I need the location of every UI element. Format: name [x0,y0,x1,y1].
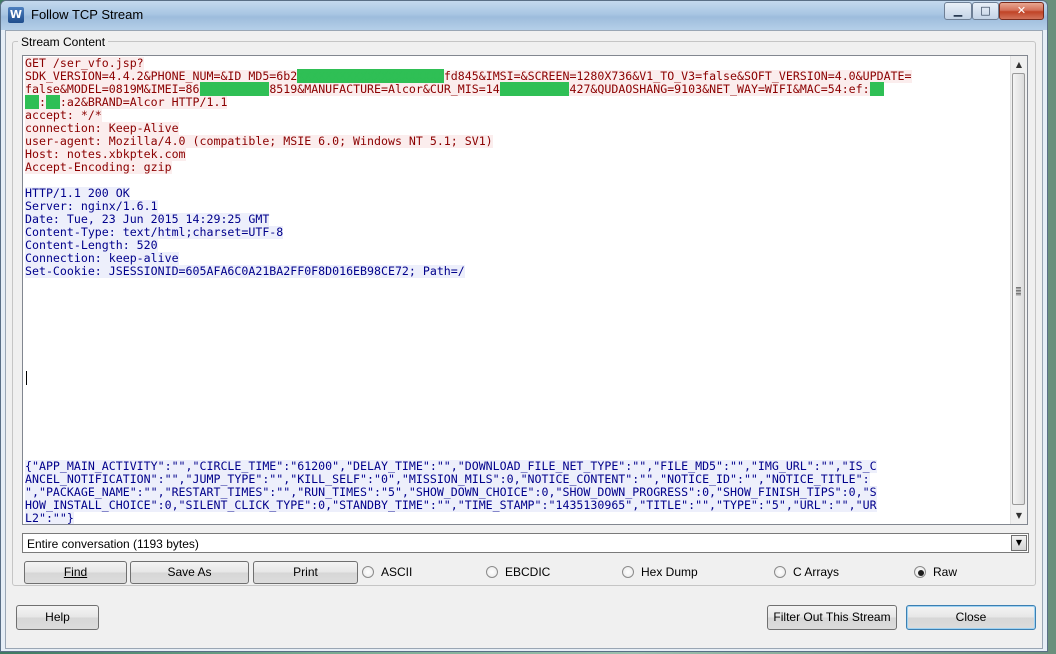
redaction-mark: XXXXXXXXXXXXXXXXXXXXX [297,69,444,83]
response-line: Set-Cookie: JSESSIONID=605AFA6C0A21BA2FF… [25,264,465,278]
stream-text-area[interactable]: GET /ser_vfo.jsp? SDK_VERSION=4.4.2&PHON… [22,55,1028,525]
radio-circle[interactable] [486,566,498,578]
close-window-button[interactable]: ✕ [999,2,1044,20]
format-radio-label: ASCII [381,565,413,579]
radio-circle[interactable] [362,566,374,578]
request-line: SDK_VERSION=4.4.2&PHONE_NUM=&ID_MD5=6b2 [25,69,298,83]
text-cursor [26,371,27,385]
chevron-down-icon[interactable]: ▼ [1011,535,1027,551]
radio-selected-dot [918,570,924,576]
radio-circle[interactable] [622,566,634,578]
redaction-mark: XX [45,95,60,109]
request-line: fd845&IMSI=&SCREEN=1280X736&V1_TO_V3=fal… [443,69,912,83]
scrollbar-thumb[interactable]: ═ ═ ═ [1012,73,1025,505]
window-title: Follow TCP Stream [31,7,144,22]
close-button[interactable]: Close [906,605,1036,630]
title-bar[interactable]: W Follow TCP Stream ▁ □ ✕ [1,1,1047,30]
help-button[interactable]: Help [16,605,99,630]
save-as-button[interactable]: Save As [130,561,249,584]
vertical-scrollbar[interactable]: ▲ ═ ═ ═ ▼ [1010,56,1027,524]
format-radio-label: C Arrays [793,565,840,579]
format-radio-label: EBCDIC [505,565,551,579]
print-button[interactable]: Print [253,561,358,584]
request-line: false&MODEL=0819M&IMEI=86 [25,82,200,96]
wireshark-app-icon: W [8,7,24,23]
format-radio-label: Hex Dump [641,565,698,579]
request-line: Accept-Encoding: gzip [25,160,172,174]
find-button[interactable]: Find [24,561,127,584]
stream-text: GET /ser_vfo.jsp? SDK_VERSION=4.4.2&PHON… [25,56,912,525]
scrollbar-grip-icon: ═ ═ ═ [1016,284,1021,299]
request-line: 8519&MANUFACTURE=Alcor&CUR_MIS=14 [269,82,500,96]
radio-circle[interactable] [914,566,926,578]
filter-out-stream-button[interactable]: Filter Out This Stream [767,605,897,630]
redaction-mark: XXXXXXXXXX [499,82,570,96]
find-button-label: Find [63,565,88,579]
redaction-mark: XX [869,82,884,96]
response-body-line: HOW_INSTALL_CHOICE":0,"SILENT_CLICK_TYPE… [25,498,877,512]
conversation-select-value: Entire conversation (1193 bytes) [27,537,199,551]
response-body-line: L2":""} [25,511,74,525]
maximize-button[interactable]: □ [972,2,999,20]
format-radio-label: Raw [933,565,958,579]
redaction-mark: XX [25,95,39,109]
stream-content-label: Stream Content [18,35,109,49]
redaction-mark: XXXXXXXXXX [199,82,270,96]
request-line: :a2&BRAND=Alcor HTTP/1.1 [59,95,228,109]
request-line: 427&QUDAOSHANG=9103&NET_WAY=WIFI&MAC=54:… [569,82,870,96]
radio-circle[interactable] [774,566,786,578]
scroll-up-arrow-icon[interactable]: ▲ [1011,56,1027,73]
conversation-select[interactable]: Entire conversation (1193 bytes) ▼ [22,533,1029,553]
scroll-down-arrow-icon[interactable]: ▼ [1011,507,1027,524]
minimize-button[interactable]: ▁ [944,2,972,20]
